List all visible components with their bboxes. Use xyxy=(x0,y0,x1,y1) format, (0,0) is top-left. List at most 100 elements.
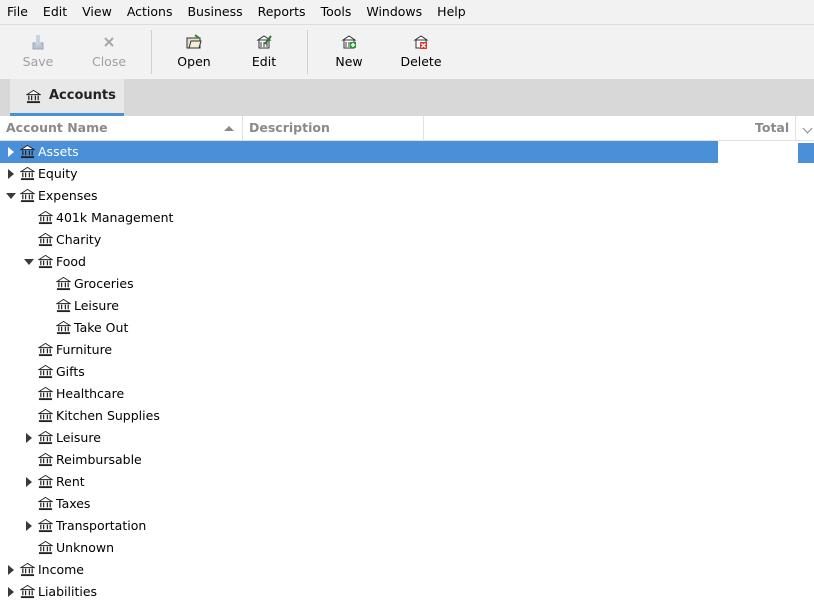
account-label: Assets xyxy=(38,144,79,159)
tree-row[interactable]: Charity xyxy=(0,229,718,251)
account-label: Leisure xyxy=(74,298,119,313)
tree-row[interactable]: Rent xyxy=(0,471,718,493)
account-label: Equity xyxy=(38,166,78,181)
account-label: Unknown xyxy=(56,540,115,555)
tree-row[interactable]: Assets xyxy=(0,141,718,163)
tab-label: Accounts xyxy=(49,88,116,103)
expand-arrow-icon[interactable] xyxy=(8,147,14,157)
menu-help[interactable]: Help xyxy=(430,0,474,24)
menu-tools[interactable]: Tools xyxy=(314,0,360,24)
open-icon xyxy=(186,34,202,49)
bank-icon xyxy=(56,320,71,335)
account-label: Reimbursable xyxy=(56,452,142,467)
expand-arrow-icon[interactable] xyxy=(8,587,14,597)
delete-icon xyxy=(413,35,429,49)
col-total[interactable]: Total xyxy=(755,116,789,140)
edit-button[interactable]: Edit xyxy=(234,25,294,79)
account-label: Groceries xyxy=(74,276,134,291)
tree-row[interactable]: 401k Management xyxy=(0,207,718,229)
account-label: Income xyxy=(38,562,84,577)
account-label: Take Out xyxy=(74,320,129,335)
bank-icon xyxy=(38,496,53,511)
close-button[interactable]: Close xyxy=(79,25,139,79)
close-icon xyxy=(104,37,114,47)
bank-icon xyxy=(38,342,53,357)
tree-row[interactable]: Food xyxy=(0,251,718,273)
column-divider[interactable] xyxy=(242,116,243,140)
column-menu-icon[interactable] xyxy=(802,123,813,134)
bank-icon xyxy=(20,562,35,577)
bank-icon xyxy=(38,386,53,401)
account-label: Furniture xyxy=(56,342,113,357)
save-button[interactable]: Save xyxy=(8,25,68,79)
save-icon xyxy=(32,35,44,50)
menu-file[interactable]: File xyxy=(0,0,36,24)
expand-arrow-icon[interactable] xyxy=(26,521,32,531)
edit-icon xyxy=(256,35,272,49)
selection-highlight xyxy=(798,143,814,163)
account-label: Kitchen Supplies xyxy=(56,408,160,423)
tree-row[interactable]: Income xyxy=(0,559,718,581)
tree-row[interactable]: Kitchen Supplies xyxy=(0,405,718,427)
save-label: Save xyxy=(22,54,54,69)
tree-row[interactable]: Reimbursable xyxy=(0,449,718,471)
tree-row[interactable]: Leisure xyxy=(0,427,718,449)
new-button[interactable]: New xyxy=(319,25,379,79)
open-button[interactable]: Open xyxy=(164,25,224,79)
tree-row[interactable]: Equity xyxy=(0,163,718,185)
menu-windows[interactable]: Windows xyxy=(359,0,430,24)
toolbar-separator xyxy=(307,30,308,74)
expand-arrow-icon[interactable] xyxy=(26,433,32,443)
account-label: Rent xyxy=(56,474,85,489)
open-label: Open xyxy=(177,54,211,69)
col-account-name[interactable]: Account Name xyxy=(6,116,108,140)
new-icon xyxy=(341,35,357,49)
menu-business[interactable]: Business xyxy=(180,0,250,24)
col-description[interactable]: Description xyxy=(249,116,330,140)
sort-ascending-icon xyxy=(224,126,234,131)
edit-label: Edit xyxy=(251,54,277,69)
tree-row[interactable]: Liabilities xyxy=(0,581,718,603)
tree-row[interactable]: Expenses xyxy=(0,185,718,207)
collapse-arrow-icon[interactable] xyxy=(24,259,34,265)
tree-row[interactable]: Gifts xyxy=(0,361,718,383)
tab-accounts[interactable]: Accounts xyxy=(10,79,124,116)
tree-row[interactable]: Healthcare xyxy=(0,383,718,405)
menu-actions[interactable]: Actions xyxy=(120,0,181,24)
column-divider[interactable] xyxy=(423,116,424,140)
expand-arrow-icon[interactable] xyxy=(8,565,14,575)
tree-row[interactable]: Taxes xyxy=(0,493,718,515)
bank-icon xyxy=(20,584,35,599)
toolbar-separator xyxy=(151,30,152,74)
tree-row[interactable]: Transportation xyxy=(0,515,718,537)
bank-icon xyxy=(38,408,53,423)
menu-edit[interactable]: Edit xyxy=(36,0,75,24)
column-divider[interactable] xyxy=(795,116,796,140)
delete-label: Delete xyxy=(400,54,442,69)
tab-strip: Accounts xyxy=(0,79,814,116)
expand-arrow-icon[interactable] xyxy=(8,169,14,179)
expand-arrow-icon[interactable] xyxy=(26,477,32,487)
bank-icon xyxy=(38,232,53,247)
delete-button[interactable]: Delete xyxy=(391,25,451,79)
account-label: Liabilities xyxy=(38,584,98,599)
menu-reports[interactable]: Reports xyxy=(251,0,314,24)
bank-icon xyxy=(56,276,71,291)
collapse-arrow-icon[interactable] xyxy=(6,193,16,199)
menu-bar: File Edit View Actions Business Reports … xyxy=(0,0,814,24)
tree-row[interactable]: Leisure xyxy=(0,295,718,317)
close-label: Close xyxy=(91,54,127,69)
bank-icon xyxy=(38,430,53,445)
menu-view[interactable]: View xyxy=(75,0,120,24)
bank-icon xyxy=(38,452,53,467)
bank-icon xyxy=(20,166,35,181)
bank-icon xyxy=(38,518,53,533)
tree-row[interactable]: Furniture xyxy=(0,339,718,361)
tree-row[interactable]: Unknown xyxy=(0,537,718,559)
account-label: 401k Management xyxy=(56,210,174,225)
toolbar: Save Close Open Edit New Delete xyxy=(0,24,814,80)
tree-row[interactable]: Groceries xyxy=(0,273,718,295)
tree-row[interactable]: Take Out xyxy=(0,317,718,339)
account-label: Charity xyxy=(56,232,102,247)
account-label: Food xyxy=(56,254,86,269)
